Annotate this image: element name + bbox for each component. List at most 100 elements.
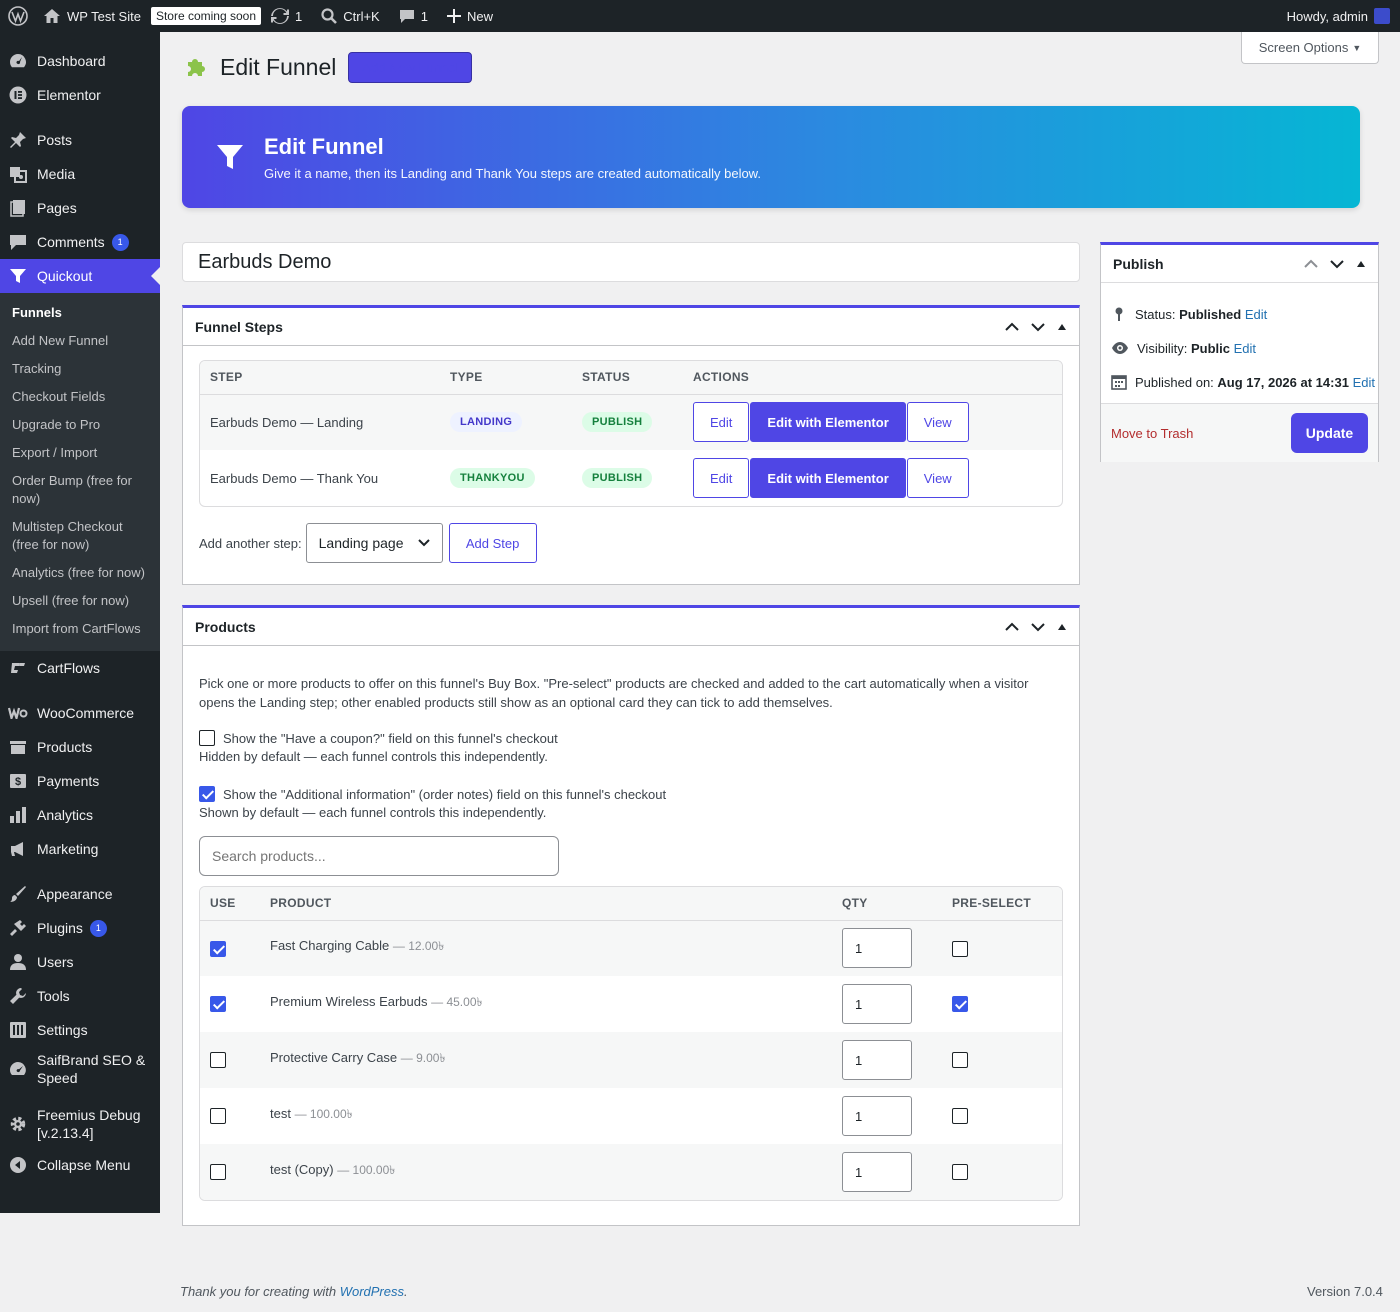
toggle-arrow-icon[interactable] (1057, 623, 1067, 631)
menu-settings[interactable]: Settings (0, 1013, 160, 1047)
submenu-tracking[interactable]: Tracking (0, 355, 160, 383)
edit-button[interactable]: Edit (693, 402, 750, 443)
menu-label: SaifBrand SEO & Speed (37, 1052, 146, 1086)
menu-freemius-debug[interactable]: Freemius Debug [v.2.13.4] (0, 1102, 160, 1146)
menu-plugins[interactable]: Plugins 1 (0, 911, 160, 945)
menu-comments[interactable]: Comments 1 (0, 225, 160, 259)
menu-appearance[interactable]: Appearance (0, 877, 160, 911)
chevron-down-icon[interactable] (1031, 322, 1045, 332)
product-price: — 9.00৳ (400, 1051, 446, 1065)
chevron-up-icon[interactable] (1304, 259, 1318, 269)
preselect-checkbox[interactable] (952, 1108, 968, 1125)
search-products-input[interactable] (199, 836, 559, 876)
use-checkbox[interactable] (210, 1052, 226, 1069)
new-content-link[interactable]: New (435, 0, 500, 32)
preselect-checkbox[interactable] (952, 1052, 968, 1069)
use-checkbox[interactable] (210, 940, 226, 957)
edit-with-elementor-button[interactable]: Edit with Elementor (750, 458, 906, 498)
command-search[interactable]: Ctrl+K (309, 0, 386, 32)
submenu-multistep-checkout[interactable]: Multistep Checkout (free for now) (0, 513, 160, 559)
use-checkbox[interactable] (210, 1164, 226, 1181)
menu-elementor[interactable]: Elementor (0, 78, 160, 112)
chevron-down-icon[interactable] (1330, 259, 1344, 269)
preselect-checkbox[interactable] (952, 996, 968, 1013)
use-checkbox[interactable] (210, 996, 226, 1013)
add-new-funnel-button[interactable]: Add New Funnel (348, 52, 473, 83)
store-status-badge[interactable]: Store coming soon (150, 7, 261, 25)
chevron-up-icon[interactable] (1005, 322, 1019, 332)
qty-input[interactable]: 1 (842, 1040, 912, 1080)
menu-media[interactable]: Media (0, 157, 160, 191)
toggle-arrow-icon[interactable] (1057, 323, 1067, 331)
submenu-funnels[interactable]: Funnels (0, 299, 160, 327)
edit-date-link[interactable]: Edit (1353, 375, 1375, 390)
menu-products[interactable]: Products (0, 730, 160, 764)
menu-analytics[interactable]: Analytics (0, 798, 160, 832)
plus-icon (446, 9, 461, 23)
submenu-upgrade[interactable]: Upgrade to Pro (0, 411, 160, 439)
preselect-checkbox[interactable] (952, 940, 968, 957)
table-row: Earbuds Demo — Landing LANDING PUBLISH E… (200, 394, 1062, 450)
menu-users[interactable]: Users (0, 945, 160, 979)
submenu-checkout-fields[interactable]: Checkout Fields (0, 383, 160, 411)
avatar (1374, 8, 1390, 24)
edit-with-elementor-button[interactable]: Edit with Elementor (750, 402, 906, 443)
qty-input[interactable]: 1 (842, 1152, 912, 1192)
menu-quickout[interactable]: Quickout (0, 259, 160, 293)
step-type-select[interactable]: Landing page (305, 523, 443, 563)
wordpress-logo-icon[interactable] (0, 0, 36, 32)
use-checkbox[interactable] (210, 1108, 226, 1125)
view-button[interactable]: View (906, 402, 969, 443)
edit-visibility-link[interactable]: Edit (1234, 341, 1256, 356)
site-name-link[interactable]: WP Test Site (36, 0, 148, 32)
menu-dashboard[interactable]: Dashboard (0, 44, 160, 78)
submenu-export-import[interactable]: Export / Import (0, 439, 160, 467)
menu-pages[interactable]: Pages (0, 191, 160, 225)
menu-tools[interactable]: Tools (0, 979, 160, 1013)
menu-posts[interactable]: Posts (0, 123, 160, 157)
funnel-name-input[interactable]: Earbuds Demo (182, 242, 1080, 282)
submenu-analytics[interactable]: Analytics (free for now) (0, 559, 160, 587)
column-header: QTY (832, 887, 942, 921)
funnel-icon (8, 266, 28, 286)
submenu-upsell[interactable]: Upsell (free for now) (0, 587, 160, 615)
chevron-down-icon[interactable] (1031, 622, 1045, 632)
screen-options-button[interactable]: Screen Options ▼ (1241, 32, 1379, 64)
order-notes-checkbox[interactable] (199, 786, 215, 802)
collapse-menu-button[interactable]: Collapse Menu (0, 1148, 160, 1182)
edit-status-link[interactable]: Edit (1245, 307, 1267, 322)
menu-label: CartFlows (37, 660, 101, 676)
analytics-icon (8, 805, 28, 825)
menu-woocommerce[interactable]: WooCommerce (0, 696, 160, 730)
qty-input[interactable]: 1 (842, 928, 912, 969)
updates-link[interactable]: 1 (264, 0, 309, 32)
submenu-order-bump[interactable]: Order Bump (free for now) (0, 467, 160, 513)
menu-label: Pages (37, 200, 77, 216)
wordpress-link[interactable]: WordPress (340, 1284, 404, 1299)
view-button[interactable]: View (906, 458, 969, 498)
qty-input[interactable]: 1 (842, 1096, 912, 1136)
preselect-checkbox[interactable] (952, 1164, 968, 1181)
update-button[interactable]: Update (1291, 413, 1368, 453)
column-header: TYPE (440, 361, 572, 395)
visibility-value: Public (1190, 340, 1230, 356)
coupon-checkbox[interactable] (199, 730, 215, 746)
qty-input[interactable]: 1 (842, 984, 912, 1024)
edit-button[interactable]: Edit (693, 458, 750, 498)
toggle-arrow-icon[interactable] (1356, 260, 1366, 268)
comments-link[interactable]: 1 (387, 0, 435, 32)
menu-cartflows[interactable]: CartFlows (0, 651, 160, 685)
status-row: Status: Published Edit (1101, 297, 1378, 331)
submenu-add-new-funnel[interactable]: Add New Funnel (0, 327, 160, 355)
status-value: Published (1179, 306, 1242, 322)
chevron-up-icon[interactable] (1005, 622, 1019, 632)
add-step-button[interactable]: Add Step (448, 523, 537, 563)
menu-payments[interactable]: $ Payments (0, 764, 160, 798)
menu-marketing[interactable]: Marketing (0, 832, 160, 866)
funnel-steps-box: Funnel Steps STEP TYPE STATUS ACTIONS Ea (182, 305, 1080, 585)
my-account[interactable]: Howdy, admin (1280, 0, 1400, 32)
move-to-trash-link[interactable]: Move to Trash (1111, 426, 1193, 441)
menu-saifbrand[interactable]: SaifBrand SEO & Speed (0, 1047, 160, 1091)
search-shortcut: Ctrl+K (343, 8, 380, 24)
submenu-import-cartflows[interactable]: Import from CartFlows (0, 615, 160, 643)
